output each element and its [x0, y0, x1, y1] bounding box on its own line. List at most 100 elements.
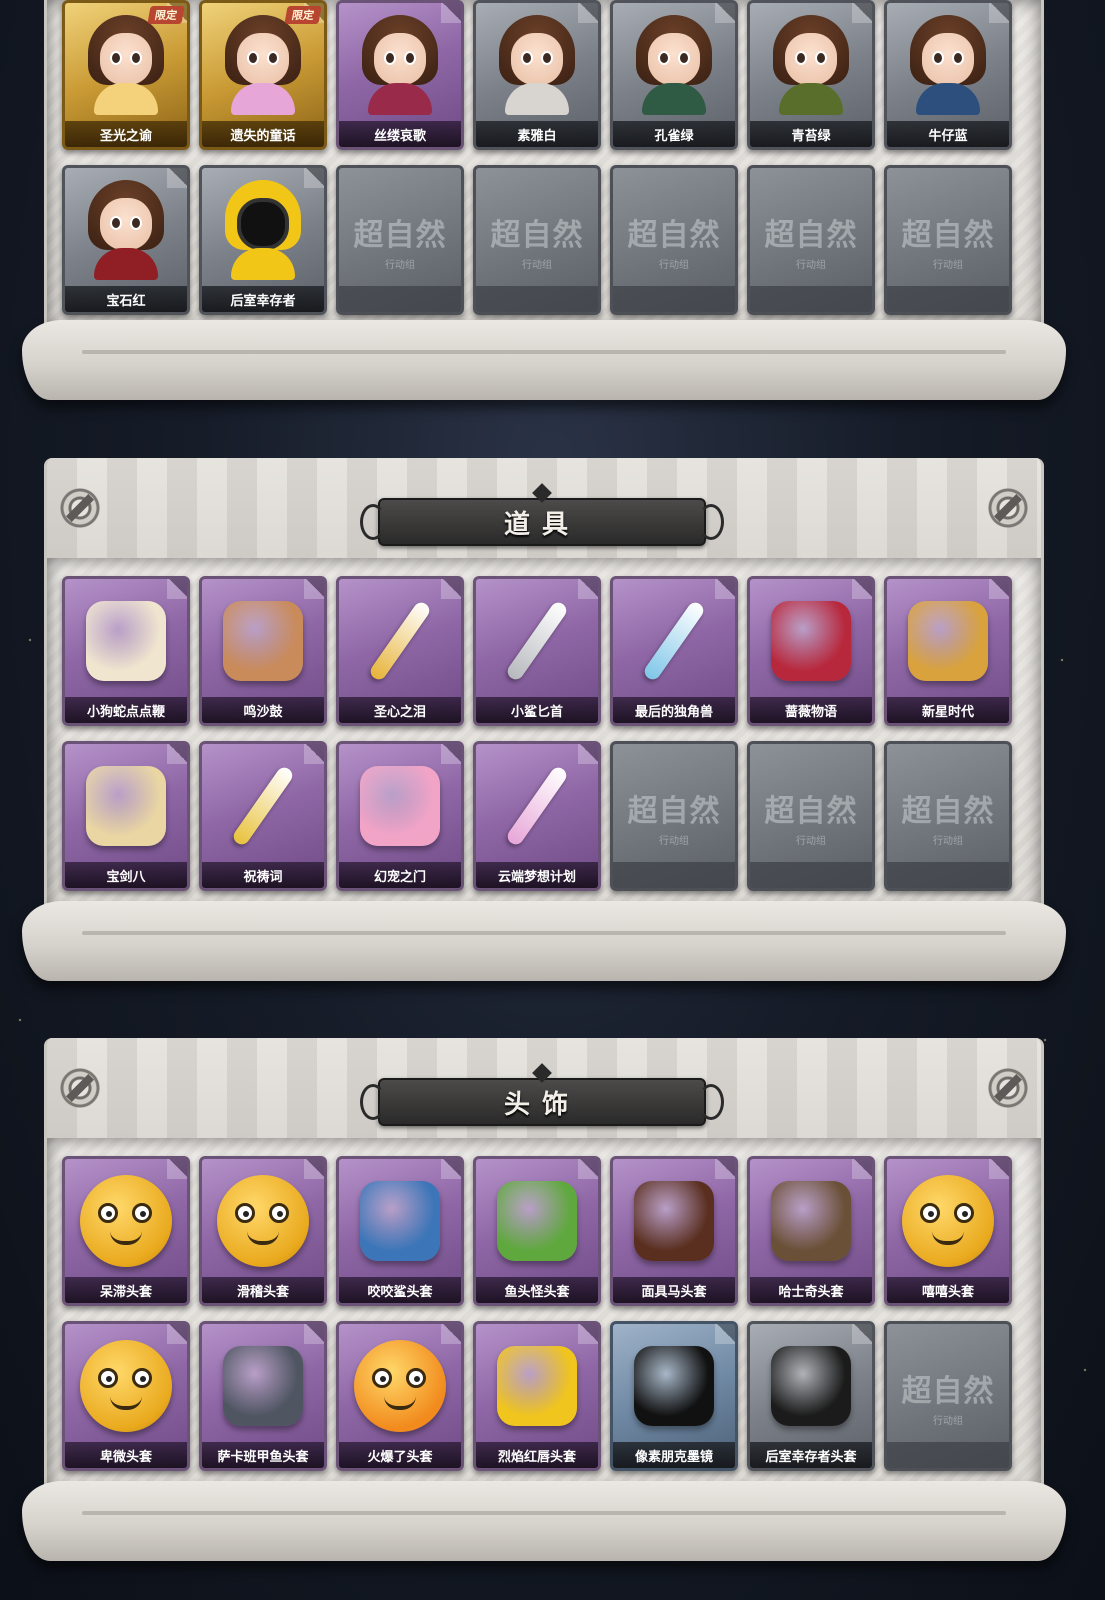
item-card[interactable]: 圣心之泪 — [336, 576, 464, 726]
watermark-subtext: 行动组 — [385, 259, 415, 271]
item-card[interactable]: 后室幸存者头套 — [747, 1321, 875, 1471]
item-label: 最后的独角兽 — [613, 697, 735, 723]
item-card[interactable]: 烈焰红唇头套 — [473, 1321, 601, 1471]
eye-icon — [406, 1368, 426, 1388]
item-label: 小狗蛇点点鞭 — [65, 697, 187, 723]
outfit-color-swatch — [916, 83, 980, 115]
item-card[interactable]: 呆滞头套 — [62, 1156, 190, 1306]
item-label: 后室幸存者头套 — [750, 1442, 872, 1468]
empty-label-strip — [476, 286, 598, 312]
empty-label-strip — [750, 862, 872, 888]
placeholder-watermark: 超自然 行动组 — [887, 168, 1009, 312]
item-card[interactable]: 祝祷词 — [199, 741, 327, 891]
placeholder-watermark: 超自然 行动组 — [887, 1324, 1009, 1468]
item-card[interactable]: 孔雀绿 — [610, 0, 738, 150]
item-card[interactable]: 像素朋克墨镜 — [610, 1321, 738, 1471]
item-card[interactable]: 咬咬鲨头套 — [336, 1156, 464, 1306]
item-card[interactable]: 素雅白 — [473, 0, 601, 150]
item-card[interactable]: 小鲨匕首 — [473, 576, 601, 726]
outfit-color-swatch — [779, 83, 843, 115]
item-art — [353, 1336, 447, 1436]
placeholder-watermark: 超自然 行动组 — [339, 168, 461, 312]
headwear-panel: 头饰 呆滞头套 滑稽头套 咬咬鲨头套 鱼头怪头套 面具马头套 哈士奇头套 嘻嘻头套 卑微头套萨… — [22, 1038, 1066, 1600]
item-art — [216, 180, 310, 280]
item-art — [490, 15, 584, 115]
item-art — [79, 15, 173, 115]
item-art — [627, 1336, 721, 1436]
empty-slot-card: 超自然 行动组 — [610, 165, 738, 315]
item-card[interactable]: 限定 遗失的童话 — [199, 0, 327, 150]
watermark-text: 超自然 — [627, 217, 721, 253]
item-label: 蔷薇物语 — [750, 697, 872, 723]
outfit-color-swatch — [368, 83, 432, 115]
item-art — [216, 15, 310, 115]
item-card[interactable]: 嘻嘻头套 — [884, 1156, 1012, 1306]
placeholder-watermark: 超自然 行动组 — [613, 168, 735, 312]
empty-label-strip — [613, 862, 735, 888]
item-card[interactable]: 鱼头怪头套 — [473, 1156, 601, 1306]
eye-icon — [98, 1368, 118, 1388]
item-label: 烈焰红唇头套 — [476, 1442, 598, 1468]
item-label: 鸣沙鼓 — [202, 697, 324, 723]
item-icon — [360, 766, 440, 846]
item-icon — [497, 1181, 577, 1261]
item-card[interactable]: 滑稽头套 — [199, 1156, 327, 1306]
item-art — [79, 1336, 173, 1436]
item-card[interactable]: 卑微头套 — [62, 1321, 190, 1471]
item-art — [79, 591, 173, 691]
scroll-bottom-roll — [22, 901, 1066, 981]
item-card[interactable]: 丝缕哀歌 — [336, 0, 464, 150]
empty-label-strip — [613, 286, 735, 312]
item-art — [627, 591, 721, 691]
item-card[interactable]: 蔷薇物语 — [747, 576, 875, 726]
character-portrait — [354, 15, 446, 115]
item-card[interactable]: 青苔绿 — [747, 0, 875, 150]
item-card[interactable]: 鸣沙鼓 — [199, 576, 327, 726]
item-label: 萨卡班甲鱼头套 — [202, 1442, 324, 1468]
item-label: 青苔绿 — [750, 121, 872, 147]
watermark-subtext: 行动组 — [933, 1415, 963, 1427]
item-label: 新星时代 — [887, 697, 1009, 723]
item-card[interactable]: 后室幸存者 — [199, 165, 327, 315]
item-art — [627, 1171, 721, 1271]
item-card[interactable]: 新星时代 — [884, 576, 1012, 726]
eye-icon — [132, 1368, 152, 1388]
emoji-head-icon — [80, 1340, 172, 1432]
item-art — [353, 1171, 447, 1271]
item-card[interactable]: 限定 圣光之谕 — [62, 0, 190, 150]
watermark-subtext: 行动组 — [659, 835, 689, 847]
item-icon — [360, 1181, 440, 1261]
emoji-head-icon — [217, 1175, 309, 1267]
item-icon — [86, 601, 166, 681]
item-card[interactable]: 云端梦想计划 — [473, 741, 601, 891]
outfit-color-swatch — [642, 83, 706, 115]
item-art — [353, 591, 447, 691]
item-card[interactable]: 火爆了头套 — [336, 1321, 464, 1471]
empty-slot-card: 超自然 行动组 — [610, 741, 738, 891]
placeholder-watermark: 超自然 行动组 — [476, 168, 598, 312]
item-card[interactable]: 幻宠之门 — [336, 741, 464, 891]
placeholder-watermark: 超自然 行动组 — [750, 168, 872, 312]
eye-icon — [235, 1203, 255, 1223]
item-card[interactable]: 小狗蛇点点鞭 — [62, 576, 190, 726]
watermark-text: 超自然 — [901, 793, 995, 829]
item-art — [216, 1336, 310, 1436]
item-card[interactable]: 宝石红 — [62, 165, 190, 315]
item-card[interactable]: 哈士奇头套 — [747, 1156, 875, 1306]
item-card[interactable]: 最后的独角兽 — [610, 576, 738, 726]
item-card[interactable]: 面具马头套 — [610, 1156, 738, 1306]
empty-label-strip — [750, 286, 872, 312]
emoji-head-icon — [80, 1175, 172, 1267]
character-portrait — [902, 15, 994, 115]
outfit-color-swatch — [94, 83, 158, 115]
item-card[interactable]: 牛仔蓝 — [884, 0, 1012, 150]
item-art — [353, 15, 447, 115]
item-label: 火爆了头套 — [339, 1442, 461, 1468]
section-banner: 道具 — [360, 483, 724, 554]
item-label: 遗失的童话 — [202, 121, 324, 147]
emoji-head-icon — [354, 1340, 446, 1432]
item-art — [764, 1171, 858, 1271]
item-art — [79, 1171, 173, 1271]
item-card[interactable]: 宝剑八 — [62, 741, 190, 891]
item-card[interactable]: 萨卡班甲鱼头套 — [199, 1321, 327, 1471]
